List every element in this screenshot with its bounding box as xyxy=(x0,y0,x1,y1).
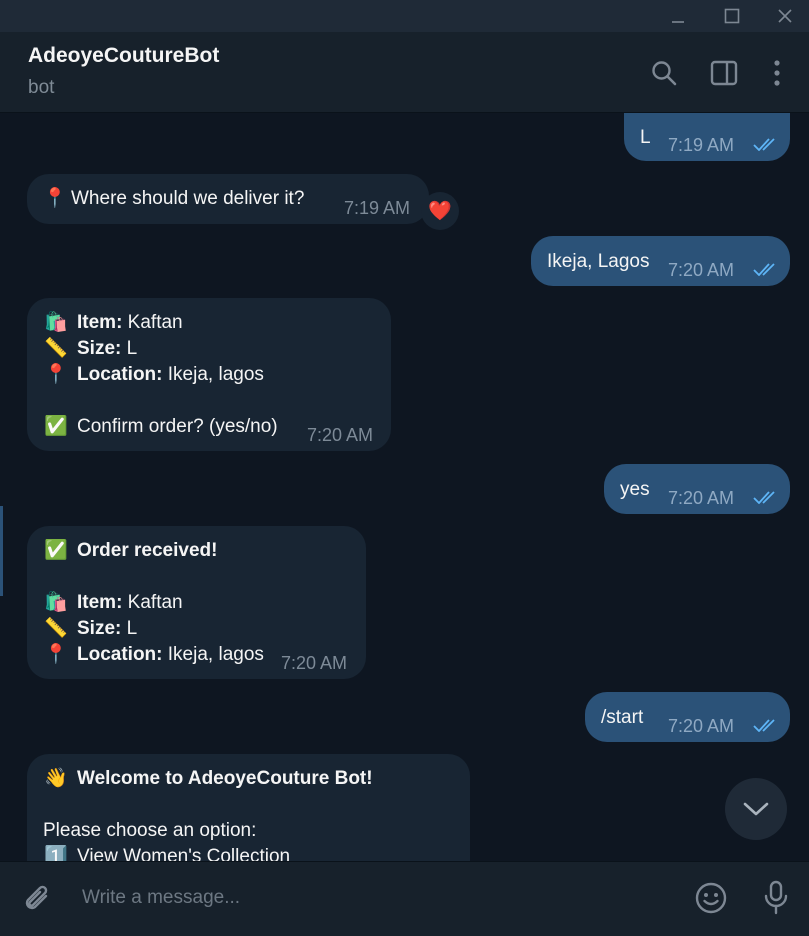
message-text: L xyxy=(640,127,651,148)
pin-emoji: 📍 xyxy=(44,644,68,665)
message-text: /start xyxy=(601,707,644,728)
label-size: Size: xyxy=(77,338,122,359)
maximize-icon xyxy=(724,8,740,24)
value-item: Kaftan xyxy=(122,312,183,333)
chat-subtitle: bot xyxy=(28,77,55,98)
window-titlebar xyxy=(0,0,809,32)
label-item: Item: xyxy=(77,592,123,613)
message-time: 7:20 AM xyxy=(307,425,374,445)
message-text: yes xyxy=(620,479,650,500)
attach-button[interactable] xyxy=(20,882,56,918)
emoji-icon xyxy=(695,882,727,914)
message-composer xyxy=(0,861,809,936)
emoji-button[interactable] xyxy=(693,880,729,916)
message-reaction[interactable]: ❤️ xyxy=(421,192,459,230)
attach-icon xyxy=(25,885,48,910)
pin-emoji: 📍 xyxy=(44,364,68,385)
waving-hand-emoji: 👋 xyxy=(44,768,68,789)
double-check-icon xyxy=(753,138,775,151)
message-incoming[interactable]: 🛍️ Item: Kaftan 📏 Size: L 📍 Location: Ikeja… xyxy=(27,298,391,451)
check-mark-emoji: ✅ xyxy=(44,540,68,561)
message-incoming[interactable]: ✅ Order received! 🛍️ Item: Kaftan 📏 Size: L… xyxy=(27,526,366,679)
message-list[interactable]: L 7:19 AM 📍 Where should we deliver it? … xyxy=(0,113,809,861)
label-location: Location: xyxy=(77,644,163,665)
value-item: Kaftan xyxy=(122,592,183,613)
confirm-text: Confirm order? (yes/no) xyxy=(77,416,278,437)
close-button[interactable] xyxy=(760,0,809,32)
minimize-button[interactable] xyxy=(653,0,703,32)
message-incoming[interactable]: 📍 Where should we deliver it? 7:19 AM xyxy=(27,174,429,224)
sidebar-toggle-icon xyxy=(710,60,738,86)
message-text: Where should we deliver it? xyxy=(71,188,305,209)
double-check-icon xyxy=(753,491,775,504)
message-outgoing[interactable]: /start 7:20 AM xyxy=(585,692,790,742)
keycap-one-emoji: 1️⃣ xyxy=(44,846,68,861)
search-button[interactable] xyxy=(649,58,679,88)
microphone-icon xyxy=(764,880,788,915)
sidebar-toggle-button[interactable] xyxy=(709,58,739,88)
chat-header: AdeoyeCoutureBot bot xyxy=(0,32,809,113)
pin-emoji: 📍 xyxy=(43,188,67,209)
message-outgoing[interactable]: Ikeja, Lagos 7:20 AM xyxy=(531,236,790,286)
label-item: Item: xyxy=(77,312,123,333)
message-text: Ikeja, Lagos xyxy=(547,251,650,272)
message-time: 7:19 AM xyxy=(344,198,411,218)
message-time: 7:19 AM xyxy=(668,135,735,155)
message-time: 7:20 AM xyxy=(281,653,348,673)
label-size: Size: xyxy=(77,618,122,639)
scroll-to-bottom-button[interactable] xyxy=(725,778,787,840)
shopping-bags-emoji: 🛍️ xyxy=(44,592,68,613)
value-size: L xyxy=(121,338,138,359)
value-size: L xyxy=(121,618,138,639)
double-check-icon xyxy=(753,263,775,276)
double-check-icon xyxy=(753,719,775,732)
option-womens-collection: View Women's Collection xyxy=(77,846,291,861)
maximize-button[interactable] xyxy=(707,0,757,32)
ruler-emoji: 📏 xyxy=(44,338,68,359)
close-icon xyxy=(778,9,792,23)
message-input[interactable] xyxy=(80,882,674,914)
message-time: 7:20 AM xyxy=(668,260,735,280)
more-options-icon xyxy=(774,60,780,86)
welcome-title: Welcome to AdeoyeCouture Bot! xyxy=(77,768,373,789)
search-icon xyxy=(652,61,677,86)
value-location: Ikeja, lagos xyxy=(162,364,264,385)
message-outgoing[interactable]: L 7:19 AM xyxy=(624,113,790,161)
chat-title[interactable]: AdeoyeCoutureBot xyxy=(28,44,219,68)
ruler-emoji: 📏 xyxy=(44,618,68,639)
choose-option-text: Please choose an option: xyxy=(43,820,257,841)
more-options-button[interactable] xyxy=(762,58,792,88)
shopping-bags-emoji: 🛍️ xyxy=(44,312,68,333)
check-mark-emoji: ✅ xyxy=(44,416,68,437)
order-received-title: Order received! xyxy=(77,540,218,561)
message-outgoing[interactable]: yes 7:20 AM xyxy=(604,464,790,514)
label-location: Location: xyxy=(77,364,163,385)
message-incoming[interactable]: 👋 Welcome to AdeoyeCouture Bot! Please ch… xyxy=(27,754,470,861)
voice-message-button[interactable] xyxy=(758,879,794,917)
chevron-down-icon xyxy=(743,802,769,816)
minimize-icon xyxy=(672,21,684,23)
message-time: 7:20 AM xyxy=(668,488,735,508)
message-time: 7:20 AM xyxy=(668,716,735,736)
value-location: Ikeja, lagos xyxy=(162,644,264,665)
scroll-indicator xyxy=(0,506,3,596)
